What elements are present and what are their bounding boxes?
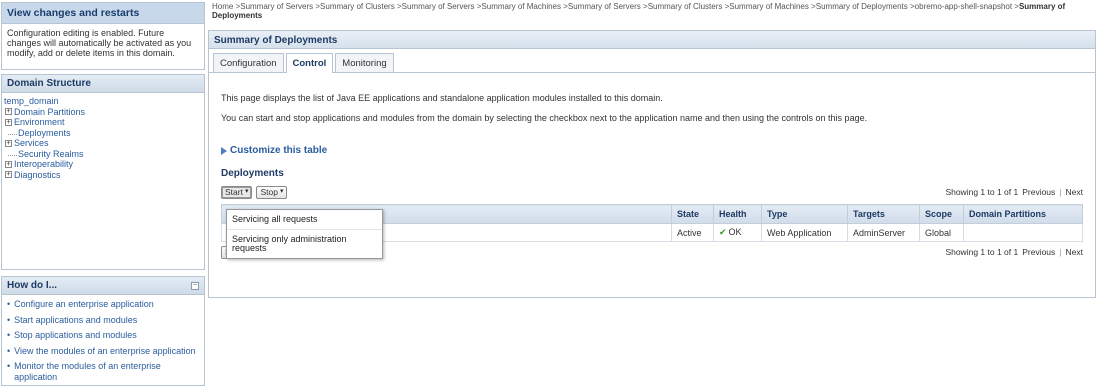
breadcrumb-trail[interactable]: Home >Summary of Servers >Summary of Clu… <box>212 2 1019 11</box>
cell-state[interactable]: Active <box>671 223 714 242</box>
col-header-scope[interactable]: Scope <box>919 204 964 224</box>
bullet-icon: • <box>7 330 11 340</box>
stop-button[interactable]: Stop ▾ <box>256 185 288 199</box>
tab-control[interactable]: Control <box>285 53 334 73</box>
how-link-configure[interactable]: • Configure an enterprise application <box>7 299 199 310</box>
previous-link[interactable]: Previous <box>1022 187 1055 197</box>
tab-configuration[interactable]: Configuration <box>213 53 284 72</box>
change-center-panel: View changes and restarts Configuration … <box>1 2 205 70</box>
how-do-i-header: How do I... − <box>2 277 204 295</box>
how-do-i-panel: How do I... − • Configure an enterprise a… <box>1 276 205 386</box>
tab-bar: Configuration Control Monitoring <box>209 49 1095 73</box>
next-link-bottom[interactable]: Next <box>1066 247 1083 257</box>
tab-monitoring[interactable]: Monitoring <box>335 53 394 72</box>
tree-item-environment[interactable]: + Environment <box>4 117 202 128</box>
menu-item-servicing-admin[interactable]: Servicing only administration requests <box>227 229 382 258</box>
cell-domain-partitions <box>963 223 1083 242</box>
how-link-stop[interactable]: • Stop applications and modules <box>7 330 199 341</box>
cell-targets: AdminServer <box>847 223 920 242</box>
menu-item-servicing-all[interactable]: Servicing all requests <box>227 210 382 229</box>
bullet-icon: • <box>7 314 11 325</box>
start-button[interactable]: Start ▾ <box>221 185 253 199</box>
tree-item-security-realms[interactable]: Security Realms <box>4 149 202 160</box>
view-changes-link[interactable]: View changes and restarts <box>2 3 204 24</box>
how-do-i-list: • Configure an enterprise application • St… <box>2 295 204 386</box>
chevron-down-icon: ▾ <box>279 188 284 195</box>
bullet-icon: • <box>7 361 11 371</box>
next-link[interactable]: Next <box>1066 187 1083 197</box>
col-header-domain-partitions[interactable]: Domain Partitions <box>963 204 1083 224</box>
left-column: View changes and restarts Configuration … <box>0 0 205 386</box>
description-2: You can start and stop applications and … <box>221 113 868 123</box>
customize-table-link[interactable]: Customize this table <box>221 145 1083 156</box>
tree-item-deployments[interactable]: Deployments <box>4 128 202 139</box>
start-dropdown-menu: Servicing all requests Servicing only ad… <box>226 209 383 259</box>
cell-type: Web Application <box>761 223 848 242</box>
paging-info-bottom: Showing 1 to 1 of 1 Previous | Next <box>945 247 1083 257</box>
collapse-icon[interactable]: − <box>191 281 199 290</box>
expand-triangle-icon <box>221 146 227 155</box>
domain-structure-panel: Domain Structure temp_domain + Domain Par… <box>1 74 205 270</box>
paging-info: Showing 1 to 1 of 1 Previous | Next <box>945 187 1083 197</box>
chevron-down-icon: ▾ <box>244 188 249 195</box>
cell-scope: Global <box>919 223 964 242</box>
checkmark-icon: ✔ <box>719 227 727 237</box>
expand-icon[interactable]: + <box>5 118 12 126</box>
col-header-type[interactable]: Type <box>761 204 848 224</box>
previous-link-bottom[interactable]: Previous <box>1022 247 1055 257</box>
domain-structure-title: Domain Structure <box>2 75 204 93</box>
change-center-text: Configuration editing is enabled. Future… <box>7 28 192 58</box>
how-do-i-title: How do I... <box>7 280 57 291</box>
bullet-icon: • <box>7 299 11 309</box>
content-area: Home >Summary of Servers >Summary of Clu… <box>208 0 1097 386</box>
domain-tree: temp_domain + Domain Partitions + Environm… <box>2 93 204 183</box>
tree-item-domain-partitions[interactable]: + Domain Partitions <box>4 107 202 118</box>
expand-icon[interactable]: + <box>5 171 12 179</box>
tree-connector <box>8 151 17 157</box>
expand-icon[interactable]: + <box>5 160 12 168</box>
description-1: This page displays the list of Java EE a… <box>221 93 663 103</box>
tree-root-temp-domain[interactable]: temp_domain <box>4 96 202 107</box>
page-title: Summary of Deployments <box>209 31 1095 49</box>
tree-item-services[interactable]: + Services <box>4 138 202 149</box>
paging-separator: | <box>1059 187 1062 197</box>
col-header-state[interactable]: State <box>671 204 714 224</box>
table-toolbar-top: Start ▾ Stop ▾ Showing 1 to 1 of 1 Previou… <box>221 185 1083 199</box>
bullet-icon: • <box>7 345 11 356</box>
tree-connector <box>8 130 17 136</box>
paging-separator: | <box>1059 247 1062 257</box>
expand-icon[interactable]: + <box>5 139 12 147</box>
tree-item-diagnostics[interactable]: + Diagnostics <box>4 170 202 181</box>
breadcrumb: Home >Summary of Servers >Summary of Clu… <box>208 0 1097 26</box>
deployments-title: Deployments <box>221 168 284 179</box>
how-link-monitor-modules[interactable]: • Monitor the modules of an enterprise ap… <box>7 361 199 382</box>
how-link-view-modules[interactable]: • View the modules of an enterprise appli… <box>7 346 199 357</box>
col-header-targets[interactable]: Targets <box>847 204 920 224</box>
tree-item-interoperability[interactable]: + Interoperability <box>4 159 202 170</box>
cell-health: ✔ OK <box>713 223 762 242</box>
col-header-health[interactable]: Health <box>713 204 762 224</box>
how-link-start[interactable]: • Start applications and modules <box>7 315 199 326</box>
expand-icon[interactable]: + <box>5 108 12 116</box>
